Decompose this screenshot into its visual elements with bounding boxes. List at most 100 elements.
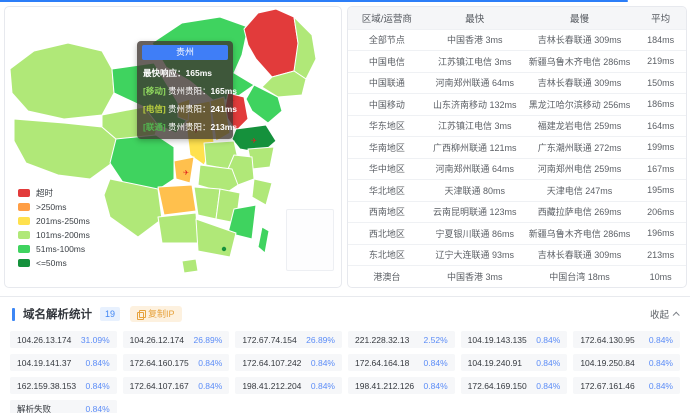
cell-fastest: 江苏镇江电信 3ms — [425, 50, 524, 72]
cell-region: 全部节点 — [348, 28, 426, 51]
cell-average: 10ms — [635, 265, 686, 287]
legend-label: 101ms-200ms — [36, 230, 90, 240]
ip-address: 198.41.212.126 — [354, 380, 415, 391]
cell-region: 华南地区 — [348, 136, 426, 158]
ip-percentage: 0.84% — [536, 357, 561, 368]
header-fastest: 最快 — [425, 7, 524, 29]
copy-ip-button[interactable]: 复制IP — [130, 306, 182, 322]
ip-cell: 104.26.13.174 31.09% — [10, 331, 117, 348]
cell-region: 西南地区 — [348, 200, 426, 223]
ip-cell: 104.19.141.37 0.84% — [10, 354, 117, 371]
province-zhejiang[interactable] — [251, 178, 273, 206]
province-hongkong[interactable] — [221, 246, 227, 252]
ip-cell: 198.41.212.204 0.84% — [235, 377, 342, 394]
province-taiwan[interactable] — [257, 226, 270, 254]
operator-node-label: 贵州贵阳： — [168, 86, 211, 96]
province-xinjiang[interactable] — [9, 42, 115, 120]
province-hljeast[interactable] — [293, 16, 317, 80]
ip-cell: 172.64.169.150 0.84% — [460, 377, 568, 394]
ip-cell: 104.19.250.84 0.84% — [573, 354, 680, 371]
cell-region: 东北地区 — [348, 243, 426, 266]
ip-address: 104.26.13.174 — [17, 334, 72, 345]
province-tibet[interactable] — [13, 118, 117, 180]
legend-swatch — [18, 245, 30, 253]
cell-slowest: 西藏拉萨电信 269ms — [523, 200, 636, 223]
ip-address: 104.26.12.174 — [129, 334, 185, 345]
latency-table-body: 全部节点 中国香港 3ms 吉林长春联通 309ms 184ms 中国电信 江苏镇江电信 … — [348, 28, 686, 287]
cell-region: 中国电信 — [348, 50, 426, 72]
collapse-toggle[interactable]: 收起 — [650, 307, 680, 321]
table-row: 东北地区 辽宁大连联通 93ms 吉林长春联通 309ms 213ms — [348, 243, 686, 266]
dns-stats-title: 域名解析统计 — [23, 309, 92, 321]
table-row: 华东地区 江苏镇江电信 3ms 福建龙岩电信 259ms 164ms — [348, 114, 686, 137]
ip-address: 162.159.38.153 — [17, 380, 77, 391]
province-guangxi[interactable] — [157, 212, 199, 244]
cell-slowest: 吉林长春联通 309ms — [523, 71, 636, 94]
cell-fastest: 河南郑州联通 64ms — [425, 157, 524, 180]
operator-node-label: 贵州贵阳： — [168, 122, 211, 132]
ip-cell: 172.67.161.46 0.84% — [573, 377, 680, 394]
cell-fastest: 河南郑州联通 64ms — [425, 71, 524, 94]
ip-address: 172.64.107.242 — [242, 357, 302, 368]
cell-fastest: 山东济南移动 132ms — [425, 93, 524, 115]
ip-percentage: 0.84% — [85, 357, 110, 368]
cell-slowest: 福建龙岩电信 259ms — [523, 114, 636, 137]
header-average: 平均 — [635, 7, 686, 29]
ip-percentage: 0.84% — [536, 334, 561, 345]
loading-progress-bar — [0, 0, 628, 2]
south-china-sea-inset — [286, 209, 334, 271]
latency-table: 区域/运营商 最快 最慢 平均 全部节点 中国香港 3ms 吉林长春联通 309ms… — [348, 7, 686, 287]
cell-average: 213ms — [635, 243, 686, 266]
cell-average: 196ms — [635, 222, 686, 244]
ip-cell: 104.19.240.91 0.84% — [460, 354, 568, 371]
province-guizhou[interactable] — [157, 184, 197, 216]
cell-average: 199ms — [635, 136, 686, 158]
cell-region: 西北地区 — [348, 222, 426, 244]
legend-label: <=50ms — [36, 258, 67, 268]
title-accent-bar — [12, 307, 15, 321]
legend-item[interactable]: 51ms-100ms — [18, 243, 90, 255]
ip-address: 172.64.164.18 — [354, 357, 410, 368]
province-hunan[interactable] — [193, 186, 221, 220]
province-hainan[interactable] — [181, 258, 199, 274]
header-slowest: 最慢 — [523, 7, 636, 29]
dns-stats-section: 域名解析统计 19 复制IP 收起 104.26.13.174 31.09% 104… — [0, 296, 690, 413]
header-region: 区域/运营商 — [348, 7, 426, 29]
ip-address: 172.67.161.46 — [580, 380, 635, 391]
operator-node-label: 贵州贵阳： — [168, 104, 211, 114]
cell-average: 186ms — [635, 93, 686, 115]
cell-average: 219ms — [635, 50, 686, 72]
legend-item[interactable]: <=50ms — [18, 257, 90, 269]
ip-percentage: 2.52% — [423, 334, 448, 345]
table-row: 全部节点 中国香港 3ms 吉林长春联通 309ms 184ms — [348, 28, 686, 51]
legend-item[interactable]: >250ms — [18, 201, 90, 213]
ip-address: 104.19.141.37 — [17, 357, 72, 368]
legend-label: 201ms-250ms — [36, 216, 90, 226]
cell-fastest: 中国香港 3ms — [425, 28, 524, 51]
legend-item[interactable]: 201ms-250ms — [18, 215, 90, 227]
legend-swatch — [18, 203, 30, 211]
cell-fastest: 江苏镇江电信 3ms — [425, 114, 524, 137]
legend-item[interactable]: 超时 — [18, 187, 90, 199]
map-tooltip: 贵州 最快响应：165ms [移动] 贵州贵阳：165ms [电信] 贵州贵阳：2… — [137, 41, 237, 139]
ip-address: 172.64.107.167 — [129, 380, 189, 391]
ip-address: 221.228.32.13 — [354, 334, 410, 345]
cell-region: 港澳台 — [348, 265, 426, 287]
ip-address: 104.19.250.84 — [580, 357, 635, 368]
legend-swatch — [18, 259, 30, 267]
cell-slowest: 天津电信 247ms — [523, 179, 636, 201]
cell-region: 中国联通 — [348, 71, 426, 94]
province-yunnan[interactable] — [103, 178, 163, 238]
ip-cell: 104.26.12.174 26.89% — [122, 331, 230, 348]
ip-cell: 172.67.74.154 26.89% — [235, 331, 342, 348]
cell-average: 184ms — [635, 28, 686, 51]
table-row: 中国移动 山东济南移动 132ms 黑龙江哈尔滨移动 256ms 186ms — [348, 93, 686, 115]
tooltip-operator-row: [移动] 贵州贵阳：165ms — [143, 85, 237, 97]
top-row: ✈✈✈✈ 贵州 最快响应：165ms [移动] 贵州贵阳：165ms[电信] 贵… — [0, 0, 690, 288]
operator-latency-value: 213ms — [210, 122, 238, 132]
ip-address: 104.19.240.91 — [467, 357, 523, 368]
tooltip-rows: [移动] 贵州贵阳：165ms [电信] 贵州贵阳：241ms [联通] 贵州贵阳：… — [142, 85, 237, 133]
ip-cell: 172.64.107.242 0.84% — [235, 354, 342, 371]
legend-item[interactable]: 101ms-200ms — [18, 229, 90, 241]
ip-cell: 172.64.164.18 0.84% — [347, 354, 455, 371]
